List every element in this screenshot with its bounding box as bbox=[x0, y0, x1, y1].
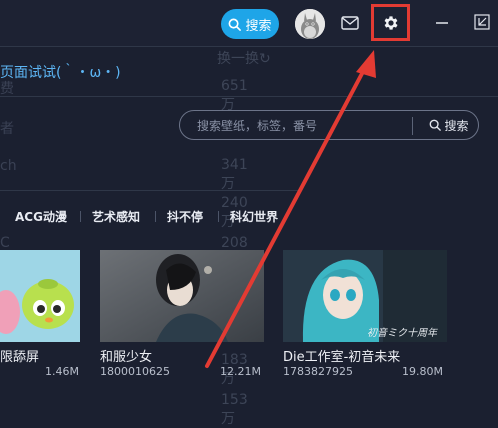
annotation-arrow bbox=[205, 50, 376, 368]
